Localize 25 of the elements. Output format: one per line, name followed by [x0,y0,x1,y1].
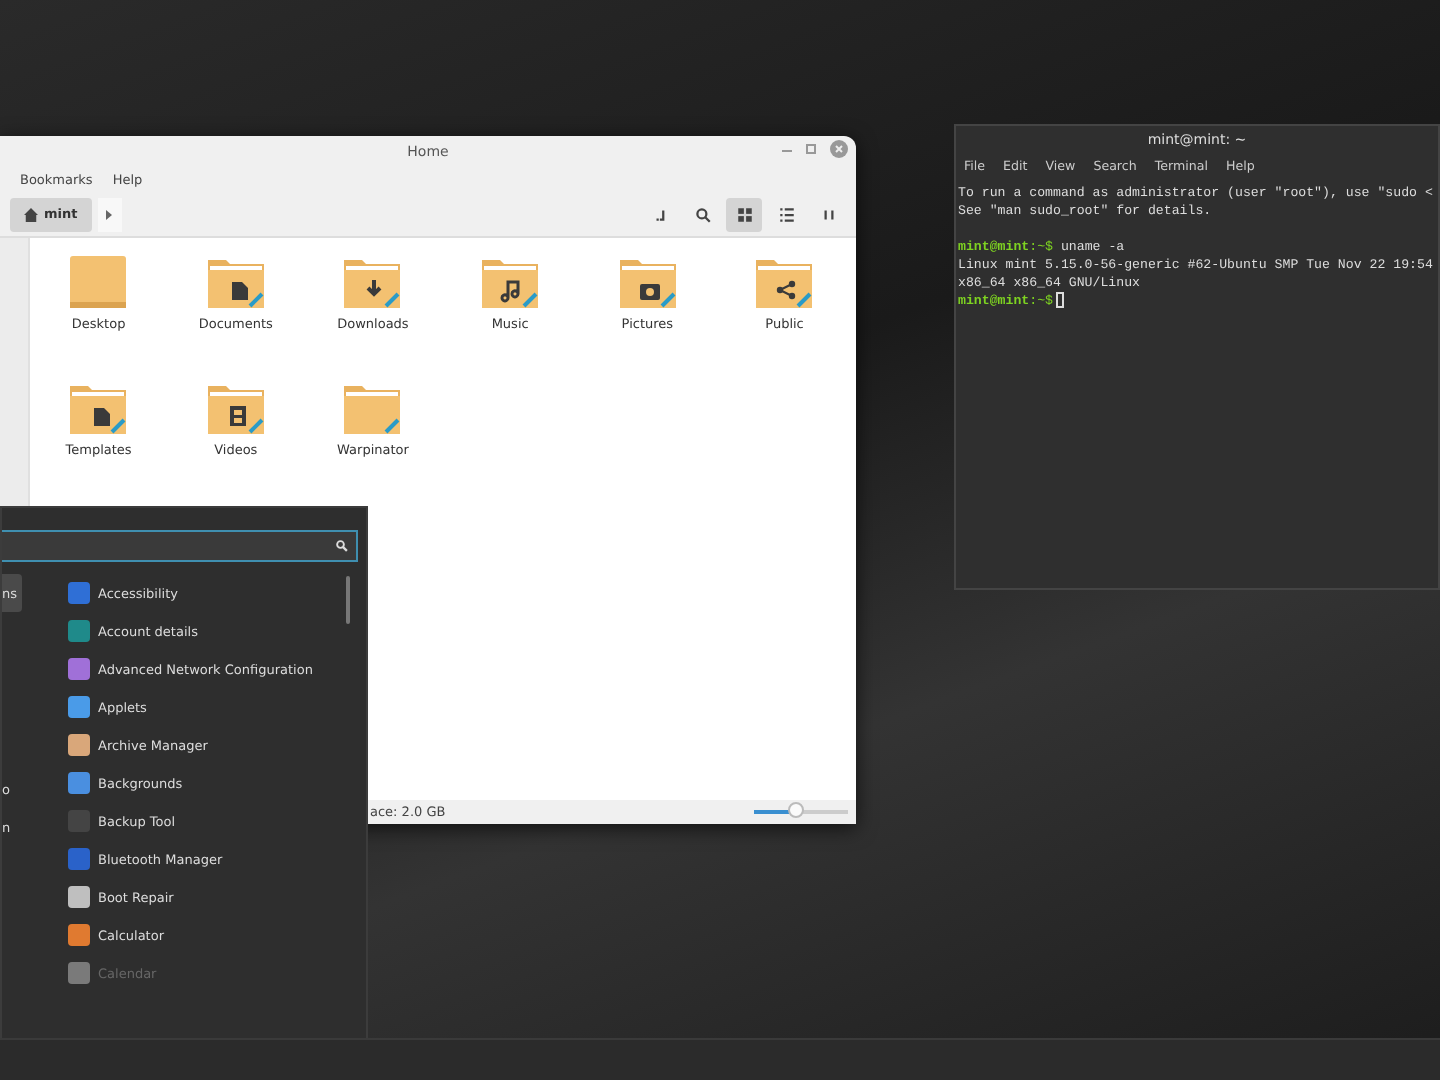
search-icon [336,540,348,552]
search-field[interactable] [2,530,358,562]
folder-icon [68,380,129,436]
folder-icon [480,254,541,310]
scrollbar[interactable] [346,576,350,624]
slider-thumb[interactable] [788,802,805,818]
home-icon [24,207,38,221]
folder-icon [68,254,129,310]
path-forward-button[interactable] [97,197,122,231]
caret-icon [106,209,113,219]
minimize-icon[interactable] [782,147,792,151]
folder-icon [205,380,266,436]
maximize-icon[interactable] [806,144,816,154]
columns-view-icon [819,205,837,223]
folder-icon [342,380,403,436]
list-view-icon [777,205,795,223]
grid-view-icon [735,205,753,223]
toolbar-button[interactable] [726,197,762,231]
location-icon [651,205,669,223]
close-icon[interactable] [830,140,848,158]
folder-icon [205,254,266,310]
folder-icon [342,254,403,310]
folder-icon [754,254,815,310]
folder-icon [617,254,678,310]
search-icon [693,205,711,223]
